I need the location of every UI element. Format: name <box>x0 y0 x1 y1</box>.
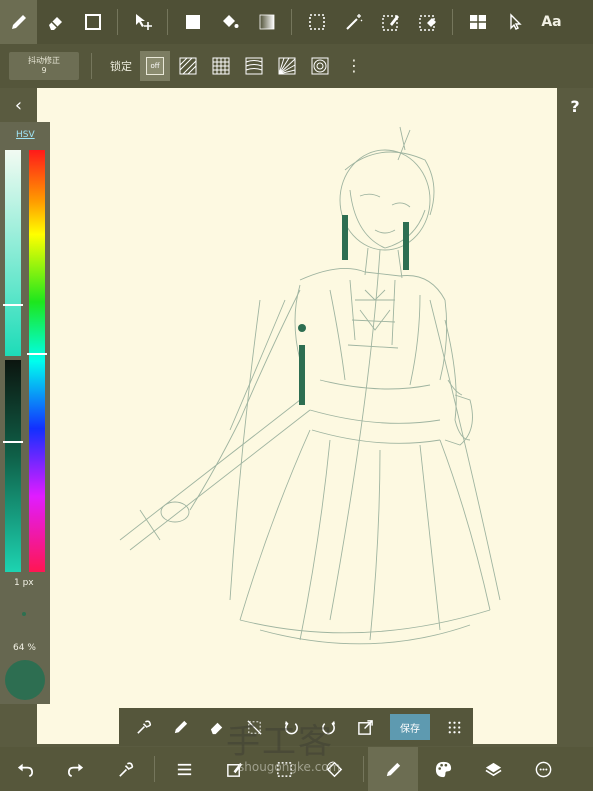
gradient-tool-button[interactable] <box>248 0 285 44</box>
grid-icon <box>212 57 230 75</box>
fill-rect-tool-button[interactable] <box>174 0 211 44</box>
move-tool-button[interactable] <box>124 0 161 44</box>
save-button[interactable]: 保存 <box>390 714 430 740</box>
toolbar-divider <box>167 9 168 35</box>
undo-button[interactable] <box>0 747 50 791</box>
concentric-circles-icon <box>311 57 329 75</box>
move-arrow-icon <box>135 14 152 30</box>
redo-arrow-icon <box>67 763 83 777</box>
lock-off-label: off <box>150 62 160 70</box>
shape-tool-button[interactable] <box>74 0 111 44</box>
palette-icon <box>435 761 451 777</box>
eyedropper-bottom-button[interactable] <box>100 747 150 791</box>
select-eraser-icon <box>418 15 436 31</box>
magic-wand-tool-button[interactable] <box>335 0 372 44</box>
gradient-icon <box>259 14 274 30</box>
pen-icon <box>174 720 188 733</box>
undo-arrow-icon <box>17 763 33 777</box>
toolbar-divider <box>363 756 364 782</box>
drawing-canvas[interactable] <box>37 88 557 744</box>
brush-size-label[interactable]: 1 px <box>14 578 34 588</box>
watermark-logo: 手工客 <box>226 722 334 762</box>
pen-icon <box>386 762 400 776</box>
help-button[interactable]: ? <box>557 88 593 124</box>
eyedropper-icon <box>137 719 152 734</box>
opacity-label[interactable]: 64 % <box>13 643 36 653</box>
paint-bucket-icon <box>222 15 238 28</box>
more-circle-icon <box>535 761 551 777</box>
select-rect-tool-button[interactable] <box>298 0 335 44</box>
lock-grid-button[interactable] <box>206 51 236 81</box>
eraser-tool-button[interactable] <box>37 0 74 44</box>
lock-radial-button[interactable] <box>272 51 302 81</box>
redo-button[interactable] <box>50 747 100 791</box>
select-eraser-tool-button[interactable] <box>409 0 446 44</box>
lock-label: 锁定 <box>110 60 132 73</box>
color-panel: HSV 1 px 64 % <box>0 122 50 704</box>
lock-parallel-button[interactable] <box>173 51 203 81</box>
menu-button[interactable] <box>159 747 209 791</box>
curve-lines-icon <box>245 57 263 75</box>
filled-square-icon <box>185 15 200 29</box>
text-tool-label: Aa <box>541 14 562 30</box>
collapse-panel-button[interactable]: ‹ <box>0 88 37 122</box>
more-menu-button[interactable] <box>518 747 568 791</box>
current-color-swatch[interactable] <box>5 660 45 700</box>
frame-layout-icon <box>469 15 486 29</box>
lock-concentric-button[interactable] <box>305 51 335 81</box>
layout-tool-button[interactable] <box>459 0 496 44</box>
hue-marker[interactable] <box>27 353 47 355</box>
pen-quick-button[interactable] <box>162 708 199 746</box>
export-button[interactable] <box>347 708 384 746</box>
select-pen-tool-button[interactable] <box>372 0 409 44</box>
cursor-icon <box>509 13 522 30</box>
toolbar-divider <box>117 9 118 35</box>
brush-button[interactable] <box>368 747 418 791</box>
stabilizer-label: 抖动修正 <box>28 56 60 65</box>
value-marker[interactable] <box>3 441 23 443</box>
layers-button[interactable] <box>468 747 518 791</box>
dot-grid-icon <box>448 721 461 733</box>
toolbar-divider <box>91 53 92 79</box>
bucket-tool-button[interactable] <box>211 0 248 44</box>
sketch-artwork <box>119 126 501 645</box>
pointer-tool-button[interactable] <box>496 0 533 44</box>
eraser-icon <box>48 17 62 30</box>
brush-preview-dot <box>22 612 26 616</box>
lock-curve-button[interactable] <box>239 51 269 81</box>
select-pen-icon <box>381 15 399 31</box>
toolbar-divider <box>452 9 453 35</box>
palette-button[interactable] <box>418 747 468 791</box>
text-tool-button[interactable]: Aa <box>533 0 570 44</box>
stabilizer-button[interactable]: 抖动修正 9 <box>9 52 79 80</box>
saturation-slider[interactable] <box>5 150 21 356</box>
more-options-button[interactable]: ⋮ <box>346 58 362 74</box>
stabilizer-value: 9 <box>41 66 47 75</box>
eraser-icon <box>210 722 223 734</box>
grid-menu-button[interactable] <box>436 708 473 746</box>
saturation-marker[interactable] <box>3 304 23 306</box>
hamburger-menu-icon <box>177 763 191 775</box>
main-toolbar: Aa <box>0 0 593 44</box>
parallel-lines-icon <box>179 57 197 75</box>
watermark-url: shougongke.com <box>238 760 341 774</box>
lock-off-button[interactable]: off <box>140 51 170 81</box>
external-link-icon <box>358 719 373 735</box>
toolbar-divider <box>154 756 155 782</box>
options-bar: 抖动修正 9 锁定 off ⋮ <box>0 44 593 88</box>
radial-lines-icon <box>278 57 296 75</box>
off-icon: off <box>146 57 164 75</box>
hue-slider[interactable] <box>29 150 45 572</box>
toolbar-divider <box>291 9 292 35</box>
pen-tool-button[interactable] <box>0 0 37 44</box>
eyedropper-button[interactable] <box>125 708 162 746</box>
magic-wand-icon <box>345 14 362 30</box>
dashed-select-icon <box>308 14 325 30</box>
square-outline-icon <box>84 14 101 30</box>
hsv-mode-link[interactable]: HSV <box>16 130 35 140</box>
pen-icon <box>11 15 26 29</box>
layers-icon <box>484 762 502 776</box>
eyedropper-icon <box>118 761 133 777</box>
value-slider[interactable] <box>5 360 21 572</box>
